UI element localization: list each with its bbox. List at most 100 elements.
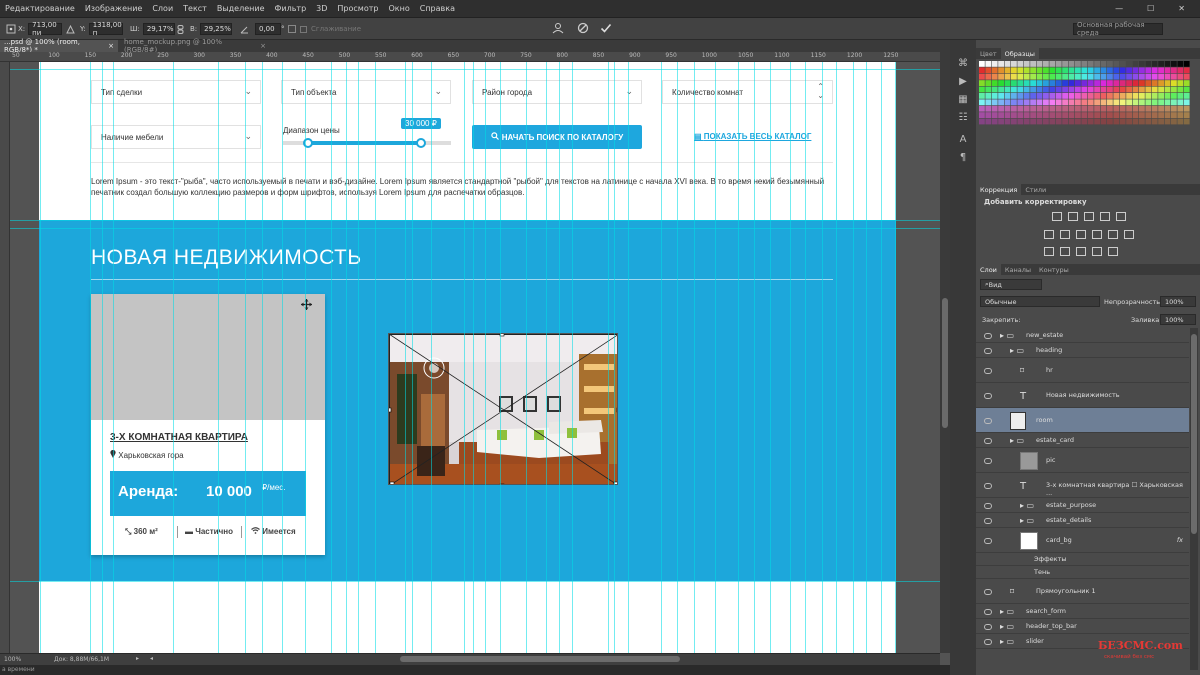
swatch[interactable] — [1017, 80, 1024, 86]
paragraph-icon[interactable]: ¶ — [955, 150, 971, 164]
swatch[interactable] — [1075, 105, 1081, 112]
swatch[interactable] — [1107, 86, 1113, 93]
swatch-grid[interactable] — [979, 61, 1191, 127]
swatch[interactable] — [1119, 118, 1126, 125]
menu-item-3d[interactable]: 3D — [311, 4, 332, 13]
swatch[interactable] — [1087, 99, 1094, 106]
swatch[interactable] — [1043, 118, 1049, 125]
swatch[interactable] — [985, 73, 992, 80]
swatch[interactable] — [1068, 112, 1075, 118]
swatch[interactable] — [1055, 118, 1062, 125]
swatch[interactable] — [1004, 112, 1011, 118]
estate-card[interactable]: 3-Х КОМНАТНАЯ КВАРТИРА Харьковская гора … — [91, 294, 325, 555]
fx-icon[interactable]: fx — [1177, 536, 1183, 544]
swatch[interactable] — [1011, 67, 1017, 74]
swatch[interactable] — [1164, 80, 1171, 86]
visibility-eye-icon[interactable] — [984, 537, 992, 544]
swatch[interactable] — [1164, 93, 1171, 99]
swatch[interactable] — [1011, 93, 1017, 99]
swatch[interactable] — [1119, 105, 1126, 112]
swatch[interactable] — [1107, 80, 1113, 86]
character-icon[interactable]: A — [955, 132, 971, 146]
swatch[interactable] — [1177, 61, 1184, 67]
swatch[interactable] — [1017, 93, 1024, 99]
swatch[interactable] — [1094, 67, 1100, 74]
swatch[interactable] — [1023, 80, 1030, 86]
swatch[interactable] — [1049, 73, 1056, 80]
minimize-button[interactable]: — — [1110, 4, 1128, 13]
lookup-icon[interactable] — [1124, 230, 1134, 239]
swatch[interactable] — [1183, 112, 1190, 118]
swatch[interactable] — [1043, 99, 1049, 106]
swatch[interactable] — [1017, 67, 1024, 74]
swatch[interactable] — [1132, 67, 1139, 74]
swatch[interactable] — [1030, 93, 1036, 99]
visibility-eye-icon[interactable] — [984, 623, 992, 630]
swatch[interactable] — [1151, 99, 1158, 106]
layer-row[interactable]: ▸ ▭ new_estate — [976, 328, 1189, 343]
swatch[interactable] — [985, 67, 992, 74]
swatch[interactable] — [979, 118, 985, 125]
swatch[interactable] — [1158, 99, 1164, 106]
document-canvas[interactable]: Тип сделки ⌄ Тип объекта ⌄ Район города … — [39, 62, 896, 653]
swatch[interactable] — [985, 105, 992, 112]
layer-row[interactable]: card_bg fx — [976, 528, 1189, 553]
canvas-area[interactable]: Тип сделки ⌄ Тип объекта ⌄ Район города … — [10, 62, 940, 653]
swatch[interactable] — [1055, 67, 1062, 74]
swatch[interactable] — [991, 118, 998, 125]
swatch[interactable] — [1113, 112, 1120, 118]
gradient-map-icon[interactable] — [1092, 247, 1102, 256]
swatch[interactable] — [1062, 80, 1068, 86]
swatch[interactable] — [1113, 93, 1120, 99]
swatch[interactable] — [1113, 61, 1120, 67]
swatch[interactable] — [1036, 99, 1043, 106]
swatch[interactable] — [1036, 112, 1043, 118]
swatch[interactable] — [998, 93, 1004, 99]
mixer-icon[interactable] — [1108, 230, 1118, 239]
menu-item-view[interactable]: Просмотр — [332, 4, 383, 13]
swatch[interactable] — [1011, 99, 1017, 106]
swatch[interactable] — [1132, 93, 1139, 99]
swatch[interactable] — [1049, 112, 1056, 118]
relative-position-icon[interactable] — [66, 23, 75, 35]
swatch[interactable] — [985, 93, 992, 99]
swatch[interactable] — [1113, 67, 1120, 74]
swatch[interactable] — [998, 112, 1004, 118]
visibility-eye-icon[interactable] — [984, 417, 992, 424]
swatch[interactable] — [1100, 67, 1107, 74]
swatch[interactable] — [1081, 61, 1088, 67]
swatch[interactable] — [1126, 61, 1132, 67]
swatch[interactable] — [1158, 118, 1164, 125]
swatch[interactable] — [1100, 61, 1107, 67]
layer-row[interactable]: pic — [976, 448, 1189, 473]
swatch[interactable] — [1062, 73, 1068, 80]
menu-item-window[interactable]: Окно — [383, 4, 414, 13]
antialias-checkbox[interactable] — [300, 25, 307, 33]
layer-row[interactable]: T 3-х комнатная квартира ☐ Харьковская ..… — [976, 473, 1189, 498]
visibility-eye-icon[interactable] — [984, 457, 992, 464]
search-catalog-button[interactable]: НАЧАТЬ ПОИСК ПО КАТАЛОГУ — [472, 125, 642, 149]
swatch[interactable] — [1119, 61, 1126, 67]
swatch[interactable] — [998, 86, 1004, 93]
swatch[interactable] — [1126, 67, 1132, 74]
swatch[interactable] — [1139, 73, 1145, 80]
swatch[interactable] — [1183, 105, 1190, 112]
swatch[interactable] — [1145, 86, 1152, 93]
swatch[interactable] — [1171, 86, 1177, 93]
swatch[interactable] — [1049, 67, 1056, 74]
swatch[interactable] — [1145, 118, 1152, 125]
swatch[interactable] — [1075, 86, 1081, 93]
swatch[interactable] — [1151, 80, 1158, 86]
swatch[interactable] — [1183, 61, 1190, 67]
swatch[interactable] — [1132, 105, 1139, 112]
swatch[interactable] — [1094, 86, 1100, 93]
swatch[interactable] — [1049, 80, 1056, 86]
swatch[interactable] — [1094, 80, 1100, 86]
swatch[interactable] — [1177, 99, 1184, 106]
swatch[interactable] — [1068, 80, 1075, 86]
swatch[interactable] — [1183, 67, 1190, 74]
swatch[interactable] — [1119, 93, 1126, 99]
swatch[interactable] — [1081, 67, 1088, 74]
swatch[interactable] — [1132, 112, 1139, 118]
tab-swatches[interactable]: Образцы — [1000, 48, 1039, 59]
